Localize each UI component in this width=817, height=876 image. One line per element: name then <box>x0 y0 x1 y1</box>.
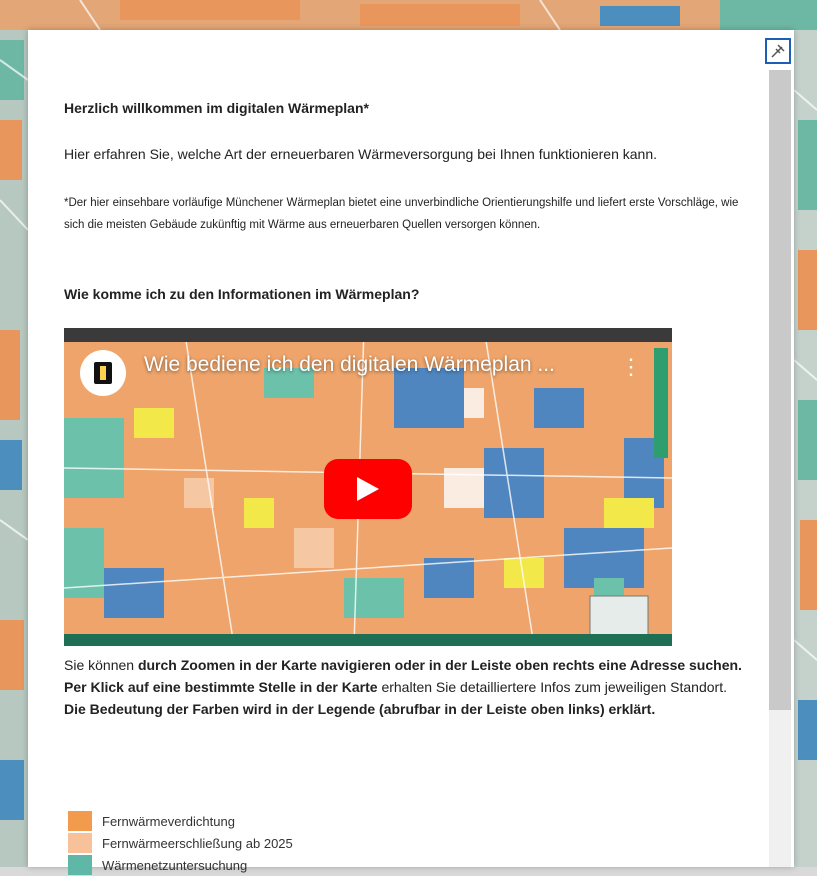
legend-item: Wärmenetzuntersuchung <box>68 854 293 876</box>
dialog-heading: Herzlich willkommen im digitalen Wärmepl… <box>64 100 369 116</box>
scrollbar[interactable] <box>769 70 791 867</box>
legend-label: Fernwärmeverdichtung <box>102 813 235 829</box>
legend-swatch <box>68 855 92 875</box>
instruction-1b: durch Zoomen in der Karte navigieren ode… <box>137 657 742 673</box>
close-button[interactable] <box>765 38 791 64</box>
legend-swatch <box>68 833 92 853</box>
section-heading: Wie komme ich zu den Informationen im Wä… <box>64 286 420 302</box>
youtube-play-button[interactable] <box>324 459 412 519</box>
dialog-content: Herzlich willkommen im digitalen Wärmepl… <box>64 98 754 875</box>
legend-label: Fernwärmeerschließung ab 2025 <box>102 835 293 851</box>
video-title[interactable]: Wie bediene ich den digitalen Wärmeplan … <box>144 354 555 375</box>
intro-text: Hier erfahren Sie, welche Art der erneue… <box>64 146 657 162</box>
instruction-2a: Per Klick auf eine bestimmte Stelle in d… <box>64 679 378 695</box>
scrollbar-thumb[interactable] <box>769 70 791 710</box>
video-embed[interactable]: Wie bediene ich den digitalen Wärmeplan … <box>64 328 672 646</box>
youtube-play-icon <box>357 477 379 501</box>
disclaimer-text: *Der hier einsehbare vorläufige Münchene… <box>64 197 739 231</box>
welcome-dialog: Herzlich willkommen im digitalen Wärmepl… <box>28 30 794 875</box>
more-vert-icon[interactable]: ⋮ <box>620 356 642 378</box>
instruction-3: Die Bedeutung der Farben wird in der Leg… <box>64 701 656 717</box>
munich-crest-icon <box>80 350 126 396</box>
legend-swatch <box>68 811 92 831</box>
video-footer-bar <box>64 634 672 646</box>
instruction-1a: Sie können <box>64 657 138 673</box>
pin-icon <box>771 44 785 58</box>
video-browser-chrome <box>64 328 672 342</box>
legend-item: Fernwärmeerschließung ab 2025 <box>68 832 293 854</box>
instruction-2b: erhalten Sie detailliertere Infos zum je… <box>377 679 727 695</box>
legend-label: Wärmenetzuntersuchung <box>102 857 248 873</box>
instructions-text: Sie können durch Zoomen in der Karte nav… <box>64 654 754 720</box>
legend-item: Fernwärmeverdichtung <box>68 810 293 832</box>
legend: Fernwärmeverdichtung Fernwärmeerschließu… <box>68 810 293 876</box>
